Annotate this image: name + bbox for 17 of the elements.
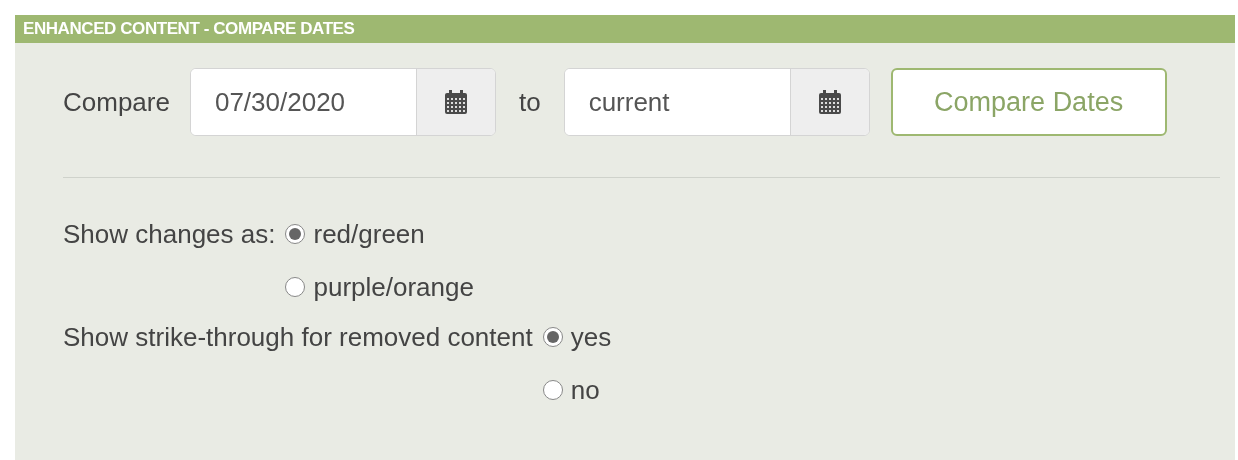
- option-label: Show changes as:: [63, 218, 276, 251]
- calendar-icon: [818, 90, 841, 114]
- radio-label[interactable]: no: [570, 370, 600, 410]
- calendar-icon: [444, 90, 467, 114]
- date-field[interactable]: current: [563, 68, 870, 136]
- radio-button[interactable]: [542, 380, 563, 400]
- compare-label: Compare: [63, 85, 170, 119]
- to-label: to: [518, 85, 541, 119]
- option-label: Show strike-through for removed content: [63, 321, 533, 354]
- date-field[interactable]: 07/30/2020: [189, 68, 496, 136]
- radio-button[interactable]: [542, 327, 563, 347]
- radio-button[interactable]: [285, 224, 306, 244]
- radio-label[interactable]: purple/orange: [313, 267, 474, 307]
- radio-label[interactable]: yes: [570, 317, 612, 357]
- radio-label[interactable]: red/green: [313, 214, 425, 254]
- radio-button[interactable]: [285, 277, 306, 297]
- panel-title: ENHANCED CONTENT - COMPARE DATES: [23, 18, 355, 41]
